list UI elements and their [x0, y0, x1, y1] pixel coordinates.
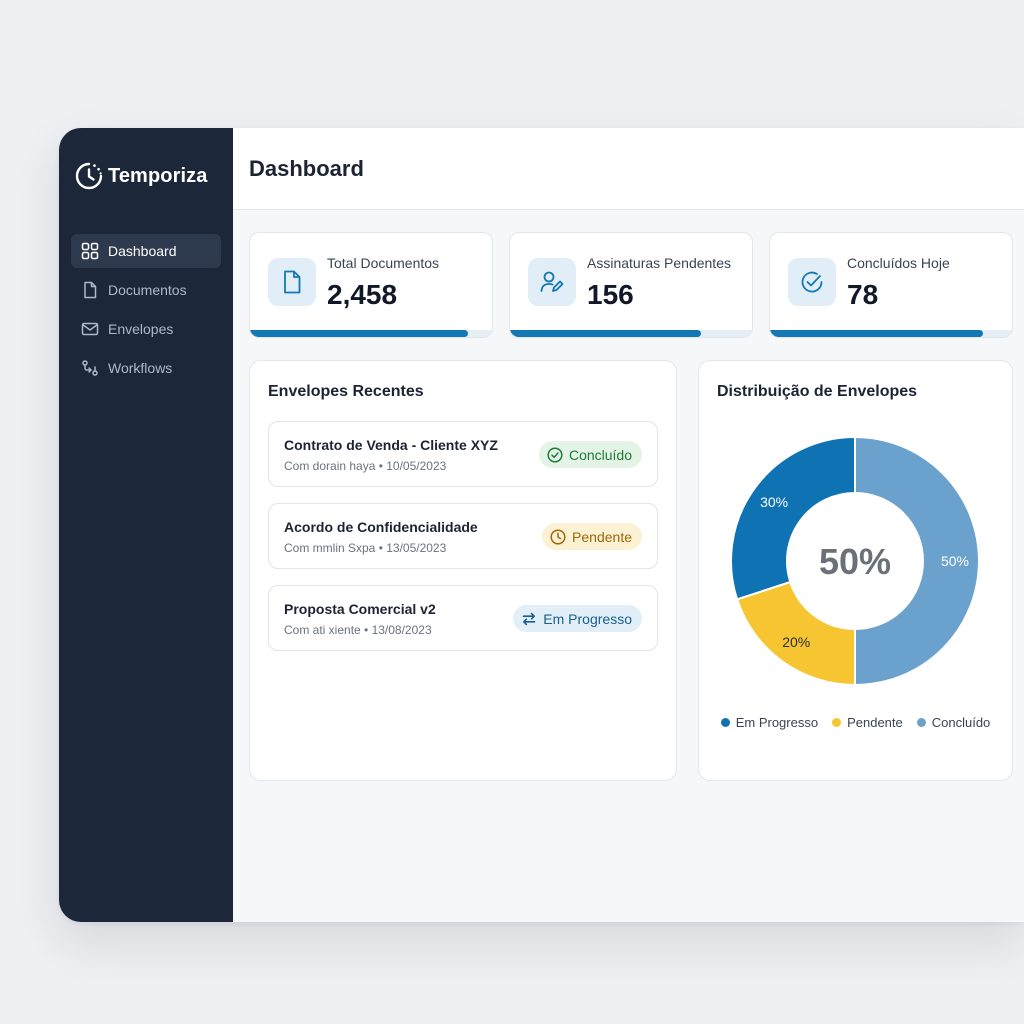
stat-card-total-documentos[interactable]: Total Documentos 2,458: [249, 232, 493, 338]
envelope-item[interactable]: Contrato de Venda - Cliente XYZ Com dora…: [268, 421, 658, 487]
envelope-name: Proposta Comercial v2: [284, 601, 436, 617]
panel-title: Envelopes Recentes: [268, 383, 424, 400]
envelope-meta: Com mmlin Sxpa • 13/05/2023: [284, 541, 447, 555]
slice-label-em-progresso: 30%: [760, 494, 788, 510]
legend-swatch: [916, 718, 926, 727]
clock-logo-icon: [75, 162, 103, 190]
status-badge-pendente[interactable]: Pendente: [542, 523, 642, 550]
document-icon: [81, 281, 99, 299]
grid-icon: [81, 242, 99, 260]
distribution-panel: Distribuição de Envelopes 50% 20% 30% 50% E…: [698, 360, 1013, 781]
document-icon: [268, 258, 316, 306]
app-window: Temporiza Dashboard Documentos Envelopes…: [59, 128, 1024, 922]
envelope-name: Contrato de Venda - Cliente XYZ: [284, 437, 498, 453]
sidebar-item-label: Envelopes: [108, 321, 174, 337]
slice-label-pendente: 20%: [782, 634, 810, 650]
user-sign-icon: [528, 258, 576, 306]
envelope-name: Acordo de Confidencialidade: [284, 519, 478, 535]
status-badge-concluido[interactable]: Concluído: [538, 441, 642, 468]
recent-envelopes-panel: Envelopes Recentes Contrato de Venda - C…: [249, 360, 677, 781]
legend-swatch: [832, 718, 842, 727]
mail-icon: [81, 320, 99, 338]
chart-legend: Em Progresso Pendente Concluído: [699, 715, 1012, 730]
stat-label: Assinaturas Pendentes: [587, 255, 731, 271]
sidebar-item-label: Documentos: [108, 282, 187, 298]
chart-title: Distribuição de Envelopes: [717, 383, 918, 400]
page-header: Dashboard: [233, 128, 1024, 210]
status-badge-em-progresso[interactable]: Em Progresso: [513, 605, 642, 632]
status-badge-label: Concluído: [568, 446, 632, 463]
main-content: Dashboard Total Documentos 2,458 Assinat…: [233, 128, 1024, 922]
stat-progress-bar: [770, 330, 1012, 337]
donut-center-label: 50%: [819, 541, 891, 582]
stat-label: Total Documentos: [327, 255, 440, 271]
envelope-item[interactable]: Acordo de Confidencialidade Com mmlin Sx…: [268, 503, 658, 569]
stat-progress-bar: [250, 330, 492, 337]
sidebar-item-dashboard[interactable]: Dashboard: [71, 234, 221, 268]
legend-label: Concluído: [931, 715, 991, 730]
legend-swatch: [720, 718, 730, 727]
envelope-meta: Com ati xiente • 13/08/2023: [284, 623, 432, 637]
status-badge-label: Em Progresso: [543, 610, 632, 627]
page-title: Dashboard: [249, 155, 364, 181]
legend-item-concluido[interactable]: Concluído: [916, 715, 991, 730]
sidebar: Temporiza Dashboard Documentos Envelopes…: [59, 128, 233, 922]
sidebar-item-envelopes[interactable]: Envelopes: [71, 312, 221, 346]
status-badge-label: Pendente: [572, 528, 632, 545]
stat-value: 78: [847, 279, 879, 310]
workflow-icon: [81, 359, 99, 377]
envelope-item[interactable]: Proposta Comercial v2 Com ati xiente • 1…: [268, 585, 658, 651]
envelope-meta: Com dorain haya • 10/05/2023: [284, 459, 447, 473]
swap-arrows-icon: [522, 612, 536, 625]
donut-chart: 50% 20% 30% 50%: [730, 435, 980, 687]
stat-progress-fill: [250, 330, 468, 337]
legend-item-em-progresso[interactable]: Em Progresso: [720, 715, 819, 730]
brand[interactable]: Temporiza: [59, 158, 233, 194]
brand-name: Temporiza: [108, 164, 208, 187]
clock-icon: [550, 528, 566, 545]
legend-label: Pendente: [847, 715, 903, 730]
legend-label: Em Progresso: [735, 715, 819, 730]
slice-label-concluido: 50%: [941, 553, 969, 569]
stat-value: 156: [587, 279, 634, 310]
legend-item-pendente[interactable]: Pendente: [832, 715, 903, 730]
check-circle-icon: [547, 446, 563, 463]
sidebar-nav: Dashboard Documentos Envelopes Workflows: [59, 234, 233, 385]
sidebar-item-documentos[interactable]: Documentos: [71, 273, 221, 307]
check-circle-icon: [788, 258, 836, 306]
sidebar-item-workflows[interactable]: Workflows: [71, 351, 221, 385]
stat-progress-fill: [510, 330, 702, 337]
stat-card-concluidos-hoje[interactable]: Concluídos Hoje 78: [769, 232, 1013, 338]
stat-progress-bar: [510, 330, 752, 337]
stat-progress-fill: [770, 330, 983, 337]
stat-card-assinaturas-pendentes[interactable]: Assinaturas Pendentes 156: [509, 232, 753, 338]
sidebar-item-label: Workflows: [108, 360, 173, 376]
stat-label: Concluídos Hoje: [847, 255, 950, 271]
sidebar-item-label: Dashboard: [108, 243, 177, 259]
stat-value: 2,458: [327, 279, 398, 310]
